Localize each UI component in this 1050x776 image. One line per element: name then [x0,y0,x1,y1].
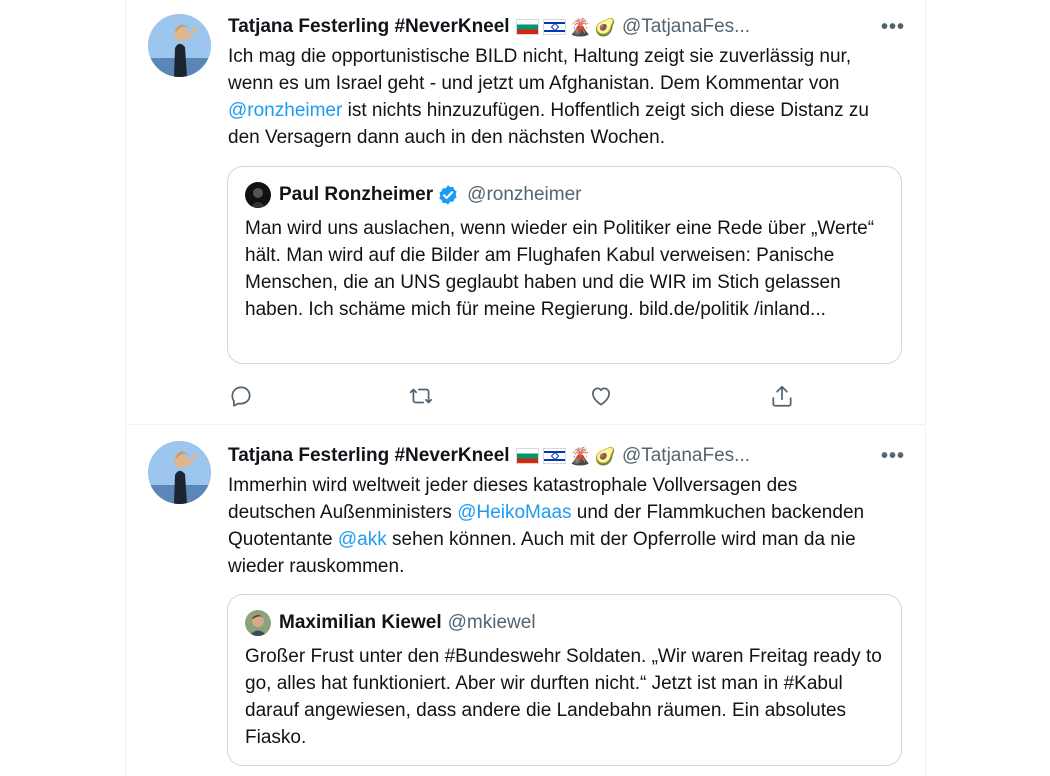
volcano-icon: 🌋 [569,17,591,37]
tweet[interactable]: Tatjana Festerling #NeverKneel 🌋 🥑 @Tatj… [126,0,925,425]
quoted-tweet[interactable]: Paul Ronzheimer @ronzheimer Man wird uns… [227,166,902,364]
name-emoji-group: 🌋 🥑 [515,17,616,37]
tweet-text-segment: Ich mag die opportunistische BILD nicht,… [228,46,852,94]
avatar [245,182,271,208]
avatar [245,610,271,636]
quoted-tweet-header: Paul Ronzheimer @ronzheimer [245,182,581,208]
quoted-tweet-text: Man wird uns auslachen, wenn wieder ein … [245,218,875,320]
avocado-icon: 🥑 [594,17,616,37]
bulgaria-flag-icon [515,448,539,464]
timeline: Tatjana Festerling #NeverKneel 🌋 🥑 @Tatj… [125,0,926,776]
quoted-tweet-header: Maximilian Kiewel @mkiewel [245,610,536,636]
tweet[interactable]: Tatjana Festerling #NeverKneel 🌋 🥑 @Tatj… [126,425,925,776]
avatar[interactable] [148,14,211,77]
author-handle[interactable]: @TatjanaFes... [622,16,750,38]
share-icon[interactable] [769,383,795,409]
quoted-tweet-text: Großer Frust unter den #Bundeswehr Solda… [245,646,882,748]
avatar[interactable] [148,441,211,504]
israel-flag-icon [542,19,566,35]
tweet-header: Tatjana Festerling #NeverKneel 🌋 🥑 @Tatj… [228,13,918,41]
author-handle[interactable]: @TatjanaFes... [622,445,750,467]
quoted-author-handle: @mkiewel [447,612,536,633]
more-options-icon[interactable]: ••• [881,13,905,41]
quoted-author-handle: @ronzheimer [467,184,582,205]
name-emoji-group: 🌋 🥑 [515,446,616,466]
avocado-icon: 🥑 [594,446,616,466]
tweet-actions [228,383,898,409]
quoted-author-name: Maximilian Kiewel [279,612,442,633]
author-name[interactable]: Tatjana Festerling #NeverKneel [228,16,510,38]
israel-flag-icon [542,448,566,464]
reply-icon[interactable] [228,383,254,409]
more-options-icon[interactable]: ••• [881,442,905,470]
tweet-text: Immerhin wird weltweit jeder dieses kata… [228,472,888,580]
retweet-icon[interactable] [408,383,434,409]
like-icon[interactable] [588,383,614,409]
bulgaria-flag-icon [515,19,539,35]
author-name[interactable]: Tatjana Festerling #NeverKneel [228,445,510,467]
quoted-tweet[interactable]: Maximilian Kiewel @mkiewel Großer Frust … [227,594,902,766]
tweet-header: Tatjana Festerling #NeverKneel 🌋 🥑 @Tatj… [228,442,918,470]
verified-badge-icon [439,185,457,205]
tweet-text: Ich mag die opportunistische BILD nicht,… [228,43,888,151]
quoted-author-name: Paul Ronzheimer [279,184,434,205]
volcano-icon: 🌋 [569,446,591,466]
mention-link[interactable]: @akk [338,529,387,550]
mention-link[interactable]: @ronzheimer [228,100,342,121]
mention-link[interactable]: @HeikoMaas [457,502,571,523]
